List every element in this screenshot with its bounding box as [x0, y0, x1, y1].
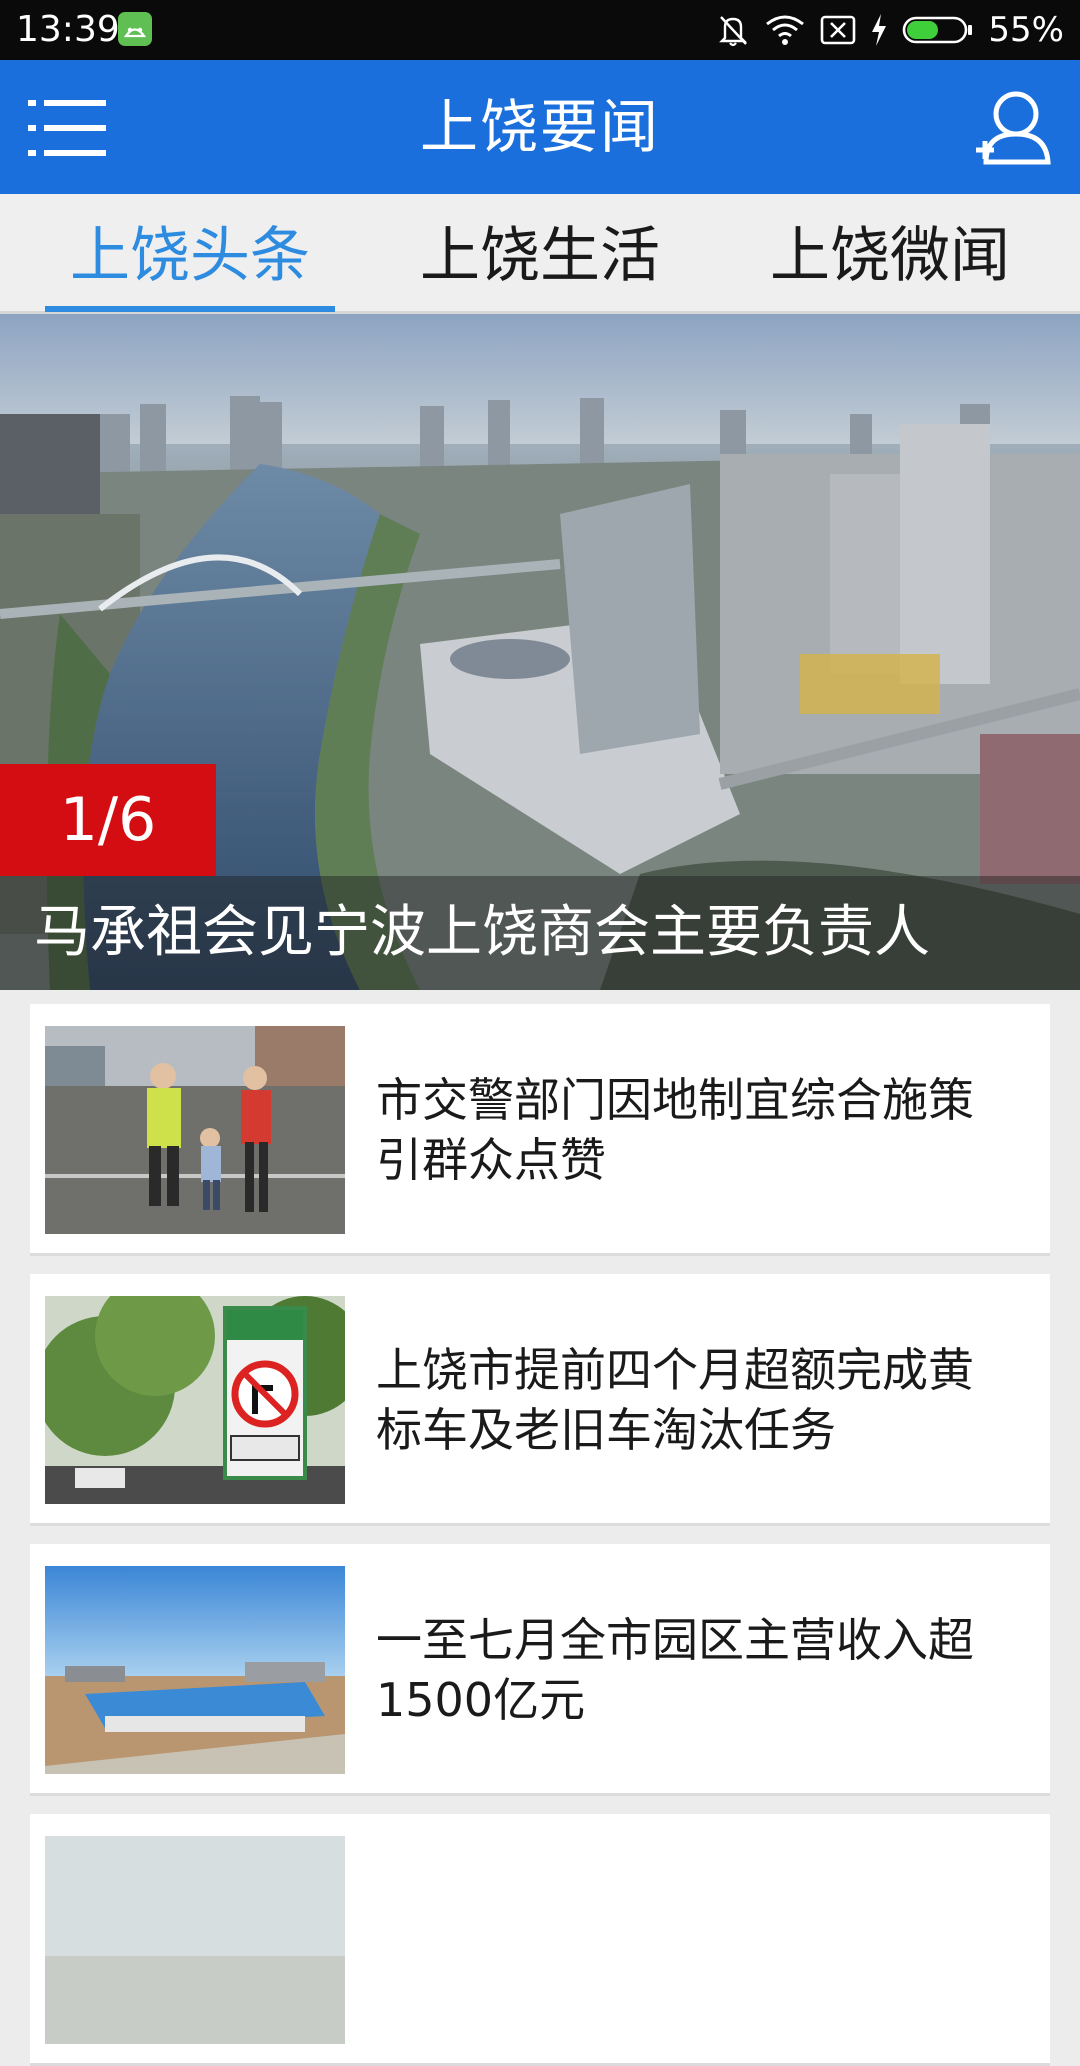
tab-bar: 上饶头条 上饶生活 上饶微闻	[0, 194, 1080, 314]
news-item[interactable]	[30, 1814, 1050, 2066]
status-bar: 13:39 55%	[0, 0, 1080, 60]
industrial-park-photo	[45, 1566, 345, 1774]
news-item[interactable]: 上饶市提前四个月超额完成黄标车及老旧车淘汰任务	[30, 1274, 1050, 1526]
charging-icon	[870, 13, 888, 47]
battery-percent: 55%	[988, 10, 1064, 50]
news-item[interactable]: 一至七月全市园区主营收入超1500亿元	[30, 1544, 1050, 1796]
road-sign-photo	[45, 1296, 345, 1504]
wifi-icon	[764, 13, 806, 47]
slide-counter: 1/6	[0, 764, 216, 876]
news-title: 上饶市提前四个月超额完成黄标车及老旧车淘汰任务	[376, 1343, 974, 1457]
tab-headlines[interactable]: 上饶头条	[40, 194, 340, 314]
tab-life[interactable]: 上饶生活	[390, 194, 690, 314]
android-app-icon	[118, 12, 152, 46]
news-title: 市交警部门因地制宜综合施策引群众点赞	[376, 1073, 974, 1187]
banner-caption: 马承祖会见宁波上饶商会主要负责人	[0, 876, 1080, 990]
battery-icon	[902, 14, 974, 46]
partial-photo	[45, 1836, 345, 2044]
tab-micro-news[interactable]: 上饶微闻	[740, 194, 1040, 314]
user-icon[interactable]	[974, 88, 1054, 168]
news-title	[376, 1814, 1016, 2066]
sim-off-icon	[820, 14, 856, 46]
status-time: 13:39	[16, 9, 120, 50]
page-title: 上饶要闻	[419, 93, 660, 161]
traffic-police-photo	[45, 1026, 345, 1234]
bell-muted-icon	[716, 12, 750, 48]
news-item[interactable]: 市交警部门因地制宜综合施策引群众点赞	[30, 1004, 1050, 1256]
banner-carousel[interactable]: 1/6 马承祖会见宁波上饶商会主要负责人	[0, 314, 1080, 990]
app-bar: 上饶要闻	[0, 60, 1080, 194]
active-tab-indicator	[45, 306, 335, 312]
news-title: 一至七月全市园区主营收入超1500亿元	[376, 1613, 974, 1727]
